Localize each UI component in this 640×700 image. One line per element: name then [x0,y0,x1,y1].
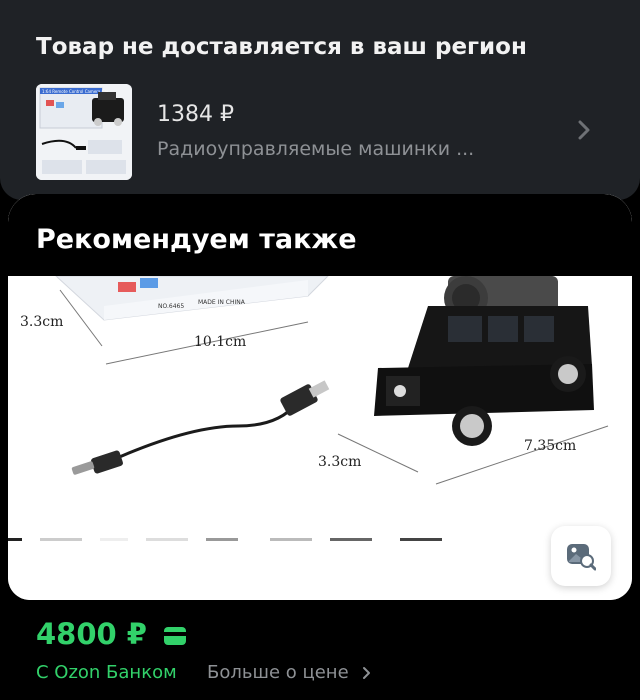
box-model-label: NO.6465 [158,303,184,310]
unavailable-product-price: 1384 ₽ [157,102,234,127]
recommendations-title: Рекомендуем также [36,224,357,255]
box-width-label: 10.1cm [194,334,246,350]
recommendations-card: Рекомендуем также NO.6465 MADE IN CHINA … [8,194,632,600]
box-origin-label: MADE IN CHINA [198,299,246,306]
unavailable-title: Товар не доставляется в ваш регион [36,34,527,60]
chevron-right-icon [578,120,590,140]
unavailable-card: Товар не доставляется в ваш регион 1:64 … [0,0,640,200]
price: 4800 ₽ [36,617,147,651]
unavailable-product-name: Радиоуправляемые машинки ... [157,138,475,160]
more-about-price-link[interactable]: Больше о цене [207,662,349,683]
wallet-card-icon [164,627,186,645]
box-height-label: 3.3cm [20,314,63,330]
unavailable-product-row[interactable]: 1:64 Remote Control Camera Car 1384 ₽ Ра… [36,82,606,182]
chevron-right-icon [363,667,370,679]
product-image[interactable]: NO.6465 MADE IN CHINA 3.3cm 10.1cm 3.3cm… [8,276,632,600]
ozon-bank-label[interactable]: С Ozon Банком [36,662,177,683]
image-search-button[interactable] [551,526,611,586]
product-thumbnail: 1:64 Remote Control Camera Car [36,84,132,180]
car-height-label: 3.3cm [318,454,361,470]
car-length-label: 7.35cm [524,438,576,454]
recommendations-header: Рекомендуем также [8,194,632,276]
image-search-icon [567,544,596,571]
